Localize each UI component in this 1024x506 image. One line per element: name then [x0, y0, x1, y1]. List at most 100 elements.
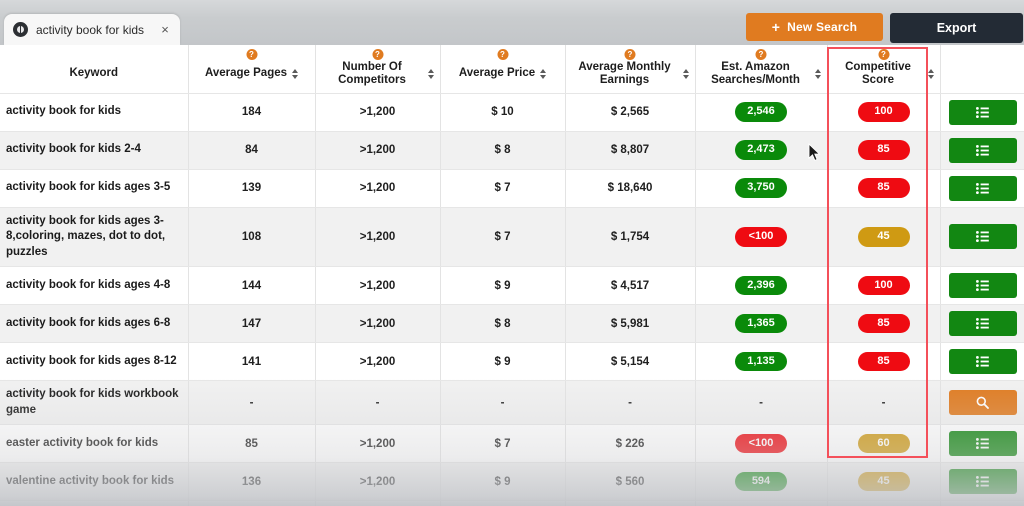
cell-competitive-score: 100: [827, 93, 941, 132]
column-header-average-monthly-earnings[interactable]: ? Average Monthly Earnings: [565, 45, 696, 94]
column-header-inner: Competitive Score: [834, 61, 934, 87]
cell-est-amazon-searches: 1,135: [695, 342, 828, 382]
browser-tab-active[interactable]: activity book for kids ×: [4, 14, 180, 45]
competitive-score-badge: 85: [857, 313, 910, 334]
cell-row-action: [940, 304, 1024, 344]
cell-average-price: $ 9: [440, 342, 566, 382]
cell-average-monthly-earnings: $ 5,154: [565, 342, 696, 382]
table-row[interactable]: activity book for kids 2-4 84 >1,200 $ 8 $ 8…: [0, 131, 1024, 170]
view-listings-button[interactable]: [948, 224, 1017, 250]
table-row[interactable]: valentine activity book for kids 136 >1,20…: [0, 462, 1024, 502]
cell-row-action: [940, 380, 1024, 426]
cell-average-monthly-earnings: $ 4,517: [565, 266, 696, 306]
searches-badge: 3,750: [735, 178, 787, 198]
results-table-container[interactable]: Keyword? Average Pages? Number Of Competit…: [0, 45, 1024, 506]
help-icon[interactable]: ?: [372, 49, 383, 60]
cell-average-price: -: [440, 380, 566, 426]
new-search-button[interactable]: + New Search: [746, 13, 883, 41]
cell-average-pages: 108: [188, 207, 316, 268]
cell-average-monthly-earnings: $ 5,981: [565, 304, 696, 344]
table-row[interactable]: activity book for kids ages 3-8,coloring…: [0, 207, 1024, 268]
view-listings-button[interactable]: [948, 469, 1017, 495]
column-header-inner: Est. Amazon Searches/Month: [702, 61, 821, 87]
new-search-label: New Search: [787, 20, 858, 34]
view-listings-button[interactable]: [948, 99, 1017, 125]
cell-keyword: activity book for kids 2-4: [0, 131, 189, 170]
cell-average-monthly-earnings: $ 2,565: [565, 93, 696, 132]
cell-row-action: [940, 131, 1024, 170]
column-header-average-price[interactable]: ? Average Price: [440, 45, 566, 94]
column-header-inner: Average Monthly Earnings: [572, 61, 689, 87]
column-header-competitive-score[interactable]: ? Competitive Score: [827, 45, 941, 94]
list-icon: [976, 231, 989, 243]
cell-number-of-competitors: >1,200: [315, 93, 441, 132]
cell-average-pages: 184: [188, 93, 316, 132]
cell-number-of-competitors: -: [315, 500, 441, 506]
cell-row-action: [940, 342, 1024, 382]
sort-toggle-icon[interactable]: [540, 68, 547, 79]
sort-toggle-icon[interactable]: [292, 68, 299, 79]
cell-keyword: valentine activity book for kids bulk: [0, 500, 189, 506]
table-row[interactable]: activity book for kids 184 >1,200 $ 10 $ 2,5…: [0, 93, 1024, 132]
column-header-label: Number Of Competitors: [338, 60, 406, 86]
table-body: activity book for kids 184 >1,200 $ 10 $ 2,5…: [0, 93, 1024, 506]
cell-est-amazon-searches: 594: [695, 462, 828, 502]
help-icon[interactable]: ?: [755, 49, 767, 60]
cell-competitive-score: 45: [827, 462, 941, 502]
searches-badge: 2,546: [735, 102, 787, 122]
cell-number-of-competitors: >1,200: [315, 169, 441, 208]
table-row[interactable]: easter activity book for kids 85 >1,200 $ 7…: [0, 424, 1024, 464]
cell-average-price: -: [440, 500, 566, 506]
cell-est-amazon-searches: <100: [695, 424, 828, 464]
cell-average-pages: 141: [188, 342, 316, 382]
column-header-number-of-competitors[interactable]: ? Number Of Competitors: [315, 45, 441, 94]
column-header-inner: Number Of Competitors: [322, 61, 434, 87]
cell-est-amazon-searches: -: [695, 380, 828, 426]
column-header-label: Est. Amazon Searches/Month: [711, 60, 800, 86]
sort-toggle-icon[interactable]: [427, 68, 434, 79]
view-listings-button[interactable]: [948, 311, 1017, 337]
list-icon: [976, 476, 989, 488]
list-icon: [976, 318, 989, 330]
cell-average-price: $ 7: [440, 207, 566, 268]
cell-keyword: activity book for kids: [0, 93, 189, 132]
view-listings-button[interactable]: [948, 273, 1017, 299]
column-header-actions: [940, 45, 1024, 94]
cell-keyword: easter activity book for kids: [0, 424, 189, 464]
cell-average-price: $ 10: [440, 93, 566, 132]
search-keyword-button[interactable]: [948, 390, 1017, 416]
help-icon[interactable]: ?: [878, 49, 889, 60]
view-listings-button[interactable]: [948, 175, 1017, 201]
table-row[interactable]: activity book for kids ages 4-8 144 >1,200…: [0, 266, 1024, 306]
table-row[interactable]: activity book for kids ages 8-12 141 >1,20…: [0, 342, 1024, 382]
cell-average-price: $ 9: [440, 462, 566, 502]
competitive-score-badge: 85: [857, 140, 910, 160]
table-row[interactable]: valentine activity book for kids bulk---…: [0, 500, 1024, 506]
competitive-score-badge: 85: [857, 351, 910, 372]
cell-keyword: valentine activity book for kids: [0, 462, 189, 502]
export-button[interactable]: Export: [890, 13, 1023, 43]
view-listings-button[interactable]: [948, 349, 1017, 375]
searches-badge: 2,473: [735, 140, 787, 160]
cell-average-price: $ 7: [440, 169, 566, 208]
sort-toggle-icon[interactable]: [814, 68, 821, 79]
table-row[interactable]: activity book for kids workbook game - - - -…: [0, 380, 1024, 426]
column-header-est-amazon-searches-month[interactable]: ? Est. Amazon Searches/Month: [695, 45, 828, 94]
column-header-average-pages[interactable]: ? Average Pages: [188, 45, 316, 94]
table-row[interactable]: activity book for kids ages 3-5 139 >1,200…: [0, 169, 1024, 208]
view-listings-button[interactable]: [948, 431, 1017, 457]
close-icon[interactable]: ×: [156, 21, 174, 39]
help-icon[interactable]: ?: [624, 49, 636, 60]
list-icon: [976, 106, 989, 118]
help-icon[interactable]: ?: [497, 49, 508, 60]
view-listings-button[interactable]: [948, 137, 1017, 163]
help-icon[interactable]: ?: [246, 49, 257, 60]
table-row[interactable]: activity book for kids ages 6-8 147 >1,200…: [0, 304, 1024, 344]
searches-badge: <100: [735, 226, 787, 247]
cell-keyword: activity book for kids workbook game: [0, 380, 189, 426]
cell-average-price: $ 8: [440, 131, 566, 170]
sort-toggle-icon[interactable]: [682, 68, 689, 79]
cell-competitive-score: 85: [827, 131, 941, 170]
sort-toggle-icon[interactable]: [927, 68, 934, 79]
cell-keyword: activity book for kids ages 4-8: [0, 266, 189, 306]
